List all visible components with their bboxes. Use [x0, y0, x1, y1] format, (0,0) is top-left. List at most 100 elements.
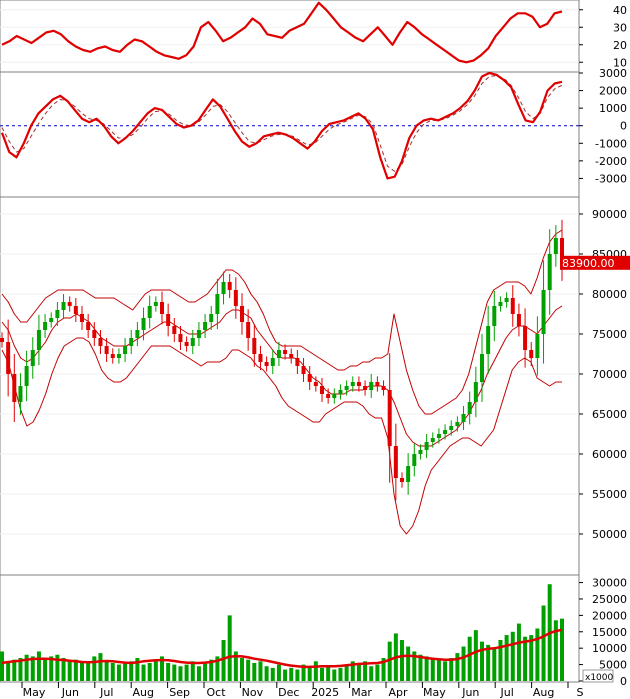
candle-body — [30, 350, 35, 366]
volume-bar — [295, 669, 300, 681]
volume-bar — [246, 659, 251, 681]
candle-body — [418, 450, 423, 454]
candle-body — [461, 414, 466, 422]
candle-body — [43, 322, 48, 330]
candle-body — [516, 314, 521, 326]
volume-bar — [36, 651, 41, 681]
candle-body — [363, 386, 368, 390]
volume-bar — [110, 662, 115, 681]
oscillator-frame — [0, 0, 580, 73]
volume-bar — [166, 662, 171, 681]
candle-body — [178, 334, 183, 342]
volume-bar — [418, 654, 423, 681]
x-tick-label: Dec — [278, 686, 299, 699]
candle-body — [141, 318, 146, 330]
volume-bar — [178, 666, 183, 681]
volume-bar — [455, 653, 460, 681]
candle-body — [160, 302, 164, 314]
candle-body — [36, 330, 41, 350]
candle-body — [123, 346, 128, 354]
y-tick-label: 75000 — [592, 328, 627, 341]
candle-body — [246, 322, 251, 338]
x-tick-label: Sep — [169, 686, 190, 699]
candle-body — [104, 346, 109, 354]
candle-body — [209, 314, 214, 322]
volume-bar — [313, 661, 318, 681]
candle-body — [406, 466, 411, 482]
candle-body — [227, 282, 232, 290]
candle-body — [486, 326, 491, 354]
candle-body — [6, 342, 11, 374]
candle-body — [387, 390, 392, 446]
candle-body — [289, 354, 294, 358]
volume-bar — [86, 661, 91, 681]
candle-body — [375, 382, 380, 386]
y-tick-label: 80000 — [592, 288, 627, 301]
volume-bar — [516, 623, 521, 681]
volume-bar — [400, 639, 404, 681]
candle-body — [129, 338, 134, 346]
candle-body — [49, 318, 54, 322]
candle-body — [320, 386, 324, 394]
candle-body — [443, 430, 448, 434]
y-tick-label: -2000 — [595, 155, 627, 168]
volume-bar — [332, 669, 337, 681]
candle-body — [301, 366, 306, 374]
candle-body — [313, 382, 318, 386]
macd-panel: -3000 -2000 -1000 0 1000 2000 3000 — [0, 67, 627, 198]
candle-body — [473, 382, 478, 402]
x-tick-label: 2025 — [311, 686, 339, 699]
candle-body — [541, 290, 546, 334]
x-tick-label: Oct — [206, 686, 226, 699]
volume-bar — [344, 664, 349, 681]
candle-body — [344, 386, 349, 390]
volume-bar — [73, 659, 78, 681]
volume-bar — [486, 644, 491, 681]
candle-body — [166, 314, 171, 326]
candle-body — [467, 402, 472, 414]
y-tick-label: 70000 — [592, 368, 627, 381]
candle-body — [258, 354, 263, 362]
candle-body — [498, 302, 503, 306]
volume-bar — [430, 658, 435, 681]
candle-body — [24, 366, 29, 386]
volume-bar — [356, 662, 361, 681]
candle-body — [412, 454, 417, 466]
volume-bar — [443, 661, 448, 681]
candle-body — [547, 254, 552, 290]
volume-bar — [276, 664, 281, 681]
candle-body — [67, 302, 72, 306]
candle-body — [436, 434, 441, 438]
volume-bar — [461, 646, 466, 681]
volume-bar — [141, 664, 146, 681]
volume-bar — [510, 631, 515, 681]
y-tick-label: 30000 — [592, 577, 627, 590]
candle-body — [393, 446, 398, 478]
volume-bar — [473, 630, 478, 681]
x-tick-label: Mar — [351, 686, 372, 699]
volume-bar — [129, 661, 134, 681]
stock-chart: 10203040 -3000-2000-10000100020003000 50… — [0, 0, 630, 699]
volume-bar — [289, 667, 294, 681]
volume-bar — [436, 659, 441, 681]
volume-bar — [0, 651, 4, 681]
candle-body — [381, 386, 386, 390]
volume-bar — [221, 639, 226, 681]
volume-bar — [196, 666, 201, 681]
candle-body — [332, 394, 337, 398]
y-tick-label: 2000 — [599, 85, 627, 98]
y-tick-label: 20000 — [592, 609, 627, 622]
x-tick-label: Apr — [388, 686, 408, 699]
volume-bar — [535, 628, 540, 681]
candle-body — [283, 350, 288, 354]
y-tick-label: 50000 — [592, 528, 627, 541]
volume-bar — [12, 659, 17, 681]
volume-bar — [560, 618, 564, 681]
candle-body — [240, 306, 244, 322]
x-tick-label: Aug — [533, 686, 554, 699]
volume-bar — [406, 646, 411, 681]
candle-body — [110, 354, 115, 358]
y-tick-label: 60000 — [592, 448, 627, 461]
volume-bar — [541, 605, 546, 681]
candle-body — [18, 386, 23, 402]
